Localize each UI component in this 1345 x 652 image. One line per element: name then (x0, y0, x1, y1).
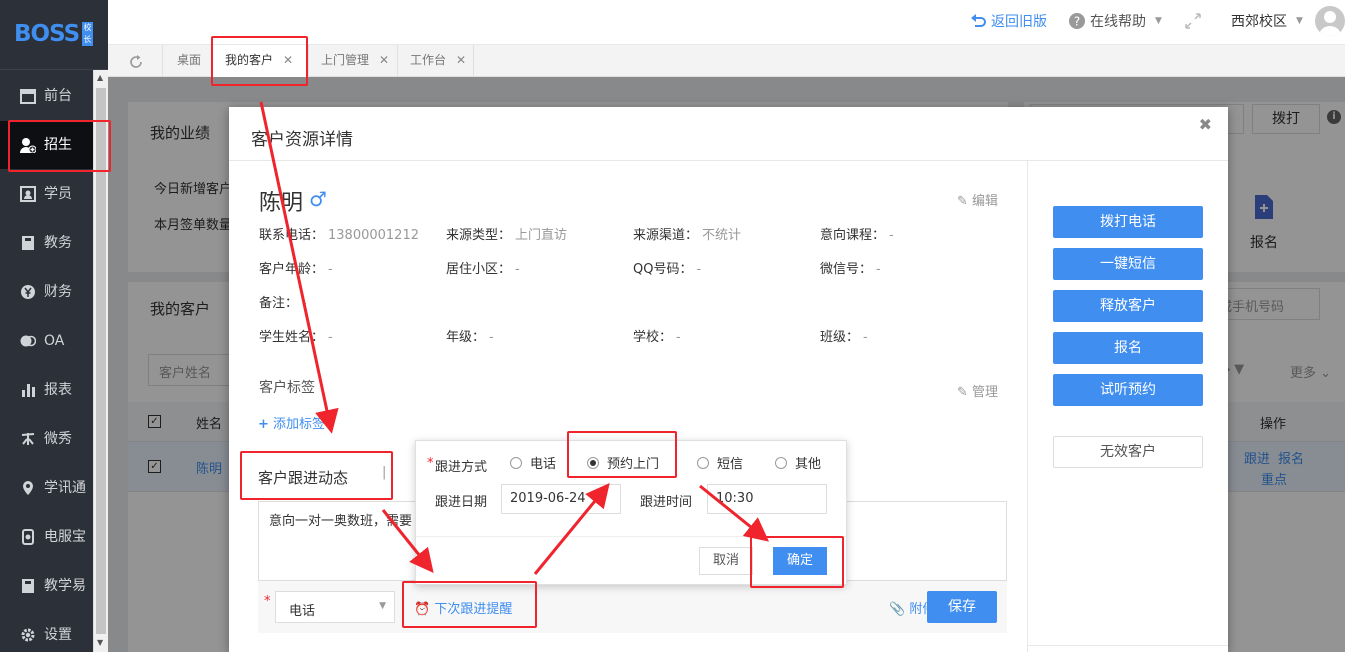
arrow-2 (381, 509, 434, 574)
arrow-4 (699, 484, 770, 542)
annotation-arrows (259, 101, 770, 575)
arrow-3 (533, 483, 610, 575)
arrow-1 (259, 101, 339, 434)
